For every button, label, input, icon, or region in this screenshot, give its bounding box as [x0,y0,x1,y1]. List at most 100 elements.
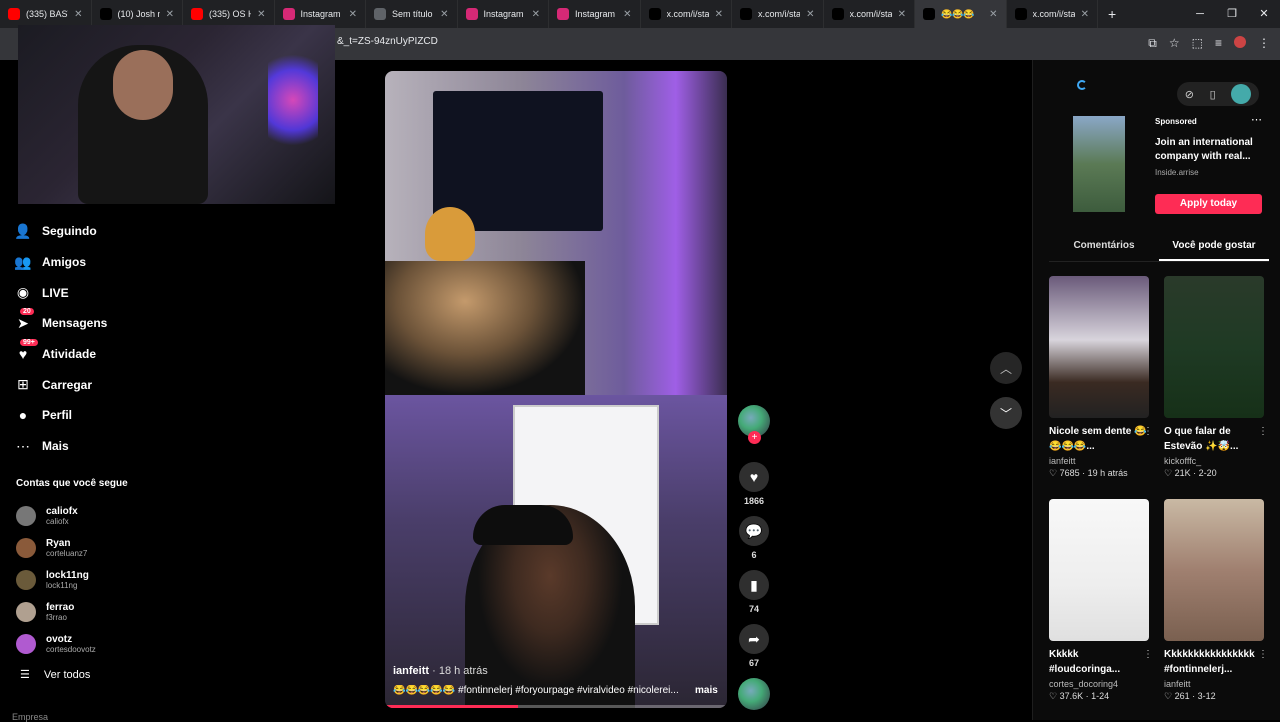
suggested-video-card[interactable]: Nicole sem dente 😂😂😂😂... ianfeitt ♡ 7685 ·… [1049,276,1153,479]
close-tab-icon[interactable]: ✕ [349,9,357,20]
kebab-menu-icon[interactable]: ⋮ [1258,426,1268,437]
kebab-menu-icon[interactable]: ⋮ [1258,649,1268,660]
ad-title[interactable]: Join an international company with real.… [1155,136,1265,164]
suggested-video-card[interactable]: O que falar de Estevão ✨🤯... kickofffc_ ♡ … [1164,276,1268,479]
browser-tab[interactable]: (335) OS HO ✕ [183,0,275,28]
video-thumbnail[interactable] [1164,276,1264,418]
browser-tab[interactable]: x.com/i/stat ✕ [824,0,915,28]
card-title[interactable]: Kkkkkkkkkkkkkkkk #fontinnelerj... [1164,647,1264,677]
browser-tab[interactable]: x.com/i/stat ✕ [1007,0,1098,28]
close-tab-icon[interactable]: ✕ [989,9,997,20]
suggested-video-card[interactable]: Kkkkk #loudcoringa... cortes_docoring4 ♡ 3… [1049,499,1153,702]
sidebar-item-carregar[interactable]: ⊞ Carregar [14,369,194,400]
video-more-link[interactable]: mais [695,685,718,696]
heart-icon[interactable]: ♥ [739,462,769,492]
extensions-icon[interactable]: ⬚ [1192,36,1203,51]
creator-avatar[interactable]: + [738,405,770,444]
kebab-menu-icon[interactable]: ⋮ [1143,649,1153,660]
sidebar-item-mais[interactable]: ⋯ Mais [14,431,194,462]
sidebar-item-seguindo[interactable]: 👤 Seguindo [14,216,194,247]
browser-tab[interactable]: (10) Josh no ✕ [92,0,183,28]
card-author[interactable]: ianfeitt [1164,679,1264,689]
next-video-button[interactable]: ﹀ [990,397,1022,429]
follow-plus-icon[interactable]: + [748,431,761,444]
video-thumbnail[interactable] [1164,499,1264,641]
close-tab-icon[interactable]: ✕ [1081,9,1089,20]
like-button[interactable]: ♥ 1866 [736,462,772,506]
browser-tab[interactable]: Sem título ✕ [366,0,458,28]
compass-icon[interactable]: ⊘ [1185,88,1194,101]
suggested-video-card[interactable]: Kkkkkkkkkkkkkkkk #fontinnelerj... ianfeit… [1164,499,1268,702]
music-disc-icon[interactable] [738,678,770,710]
ad-more-icon[interactable]: ⋯ [1251,113,1262,126]
browser-tab[interactable]: Instagram ✕ [549,0,641,28]
maximize-button[interactable]: ❐ [1216,0,1248,28]
music-disc-button[interactable] [736,678,772,710]
share-icon[interactable]: ➦ [739,624,769,654]
sidebar-item-live[interactable]: ◉ LIVE [14,277,194,308]
comment-button[interactable]: 💬 6 [736,516,772,560]
video-author[interactable]: ianfeitt · 18 h atrás [393,665,488,677]
ad-thumbnail[interactable] [1073,116,1125,212]
followed-account[interactable]: lock11ng lock11ng [16,564,96,596]
close-tab-icon[interactable]: ✕ [715,9,723,20]
sidebar-item-atividade[interactable]: ♥ 99+ Atividade [14,339,194,370]
followed-account[interactable]: caliofx caliofx [16,500,96,532]
url-field[interactable]: &_t=ZS-94znUyPIZCD [337,36,438,47]
browser-tab[interactable]: 😂😂😂 ✕ [915,0,1007,28]
device-icon[interactable]: ▯ [1210,88,1216,101]
kebab-menu-icon[interactable]: ⋮ [1143,426,1153,437]
card-author[interactable]: ianfeitt [1049,456,1149,466]
cast-icon[interactable]: ⧉ [1148,36,1157,51]
card-title[interactable]: Kkkkk #loudcoringa... [1049,647,1149,677]
close-tab-icon[interactable]: ✕ [898,9,906,20]
card-title[interactable]: Nicole sem dente 😂😂😂😂... [1049,424,1149,454]
comment-icon[interactable]: 💬 [739,516,769,546]
new-tab-button[interactable]: + [1108,6,1116,22]
close-tab-icon[interactable]: ✕ [623,9,631,20]
bookmark-icon[interactable]: ▮ [739,570,769,600]
creator-avatar-button[interactable]: + [736,405,772,444]
ad-apply-button[interactable]: Apply today [1155,194,1262,214]
card-author[interactable]: kickofffc_ [1164,456,1264,466]
browser-tab[interactable]: Instagram ✕ [458,0,549,28]
followed-account[interactable]: Ryan corteluanz7 [16,532,96,564]
close-tab-icon[interactable]: ✕ [806,9,814,20]
followed-account[interactable]: ovotz cortesdoovotz [16,628,96,660]
browser-tab[interactable]: (335) BASTII ✕ [0,0,92,28]
close-tab-icon[interactable]: ✕ [440,9,448,20]
sidebar-nav: 👤 Seguindo 👥 Amigos ◉ LIVE ➤ 20 Mensagens ♥ 99+ Ati… [14,216,194,462]
followed-account[interactable]: ferrao f3rrao [16,596,96,628]
video-thumbnail[interactable] [1049,276,1149,418]
profile-avatar-icon[interactable] [1234,36,1246,48]
close-tab-icon[interactable]: ✕ [166,9,174,20]
bookmark-star-icon[interactable]: ☆ [1169,36,1180,51]
tab-suggested[interactable]: Você pode gostar [1159,232,1269,261]
save-button[interactable]: ▮ 74 [736,570,772,614]
video-thumbnail[interactable] [1049,499,1149,641]
card-title[interactable]: O que falar de Estevão ✨🤯... [1164,424,1264,454]
sidebar-item-perfil[interactable]: ● Perfil [14,400,194,431]
sidebar-item-amigos[interactable]: 👥 Amigos [14,247,194,278]
video-author-name[interactable]: ianfeitt [393,665,429,677]
browser-tab[interactable]: Instagram ✕ [275,0,366,28]
minimize-button[interactable]: ─ [1184,0,1216,28]
tab-comments[interactable]: Comentários [1049,232,1159,261]
close-tab-icon[interactable]: ✕ [532,9,540,20]
browser-menu-icon[interactable]: ⋮ [1258,36,1270,51]
user-avatar[interactable] [1231,84,1251,104]
close-window-button[interactable]: ✕ [1248,0,1280,28]
see-all-button[interactable]: ☰ Ver todos [20,668,90,682]
browser-tab[interactable]: x.com/i/stat ✕ [732,0,824,28]
prev-video-button[interactable]: ︿ [990,352,1022,384]
sidebar-item-mensagens[interactable]: ➤ 20 Mensagens [14,308,194,339]
close-tab-icon[interactable]: ✕ [257,9,265,20]
video-player[interactable]: ianfeitt · 18 h atrás 😂😂😂😂😂 #fontinneler… [385,71,727,708]
video-progress-bar[interactable] [385,705,727,708]
card-author[interactable]: cortes_docoring4 [1049,679,1149,689]
company-link[interactable]: Empresa [12,712,48,722]
close-tab-icon[interactable]: ✕ [74,9,82,20]
share-button[interactable]: ➦ 67 [736,624,772,668]
media-icon[interactable]: ≡ [1215,36,1222,51]
browser-tab[interactable]: x.com/i/stat ✕ [641,0,732,28]
